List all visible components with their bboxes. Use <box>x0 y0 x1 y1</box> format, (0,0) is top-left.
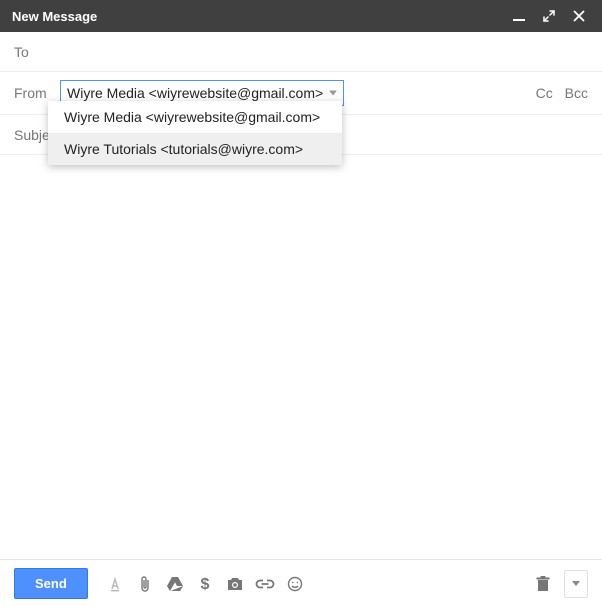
to-row: To <box>0 32 602 72</box>
trash-icon[interactable] <box>528 569 558 599</box>
emoji-icon[interactable] <box>280 569 310 599</box>
to-input[interactable] <box>60 41 588 63</box>
from-selected-value: Wiyre Media <wiyrewebsite@gmail.com> <box>67 85 323 101</box>
from-option-1[interactable]: Wiyre Tutorials <tutorials@wiyre.com> <box>48 133 342 165</box>
send-button[interactable]: Send <box>14 568 88 599</box>
expand-icon[interactable] <box>534 1 564 31</box>
to-label: To <box>14 44 60 60</box>
camera-icon[interactable] <box>220 569 250 599</box>
compose-toolbar: Send $ <box>0 559 602 607</box>
from-option-0[interactable]: Wiyre Media <wiyrewebsite@gmail.com> <box>48 101 342 133</box>
link-icon[interactable] <box>250 569 280 599</box>
compose-titlebar: New Message <box>0 0 602 32</box>
from-label: From <box>14 85 60 101</box>
attach-icon[interactable] <box>130 569 160 599</box>
window-title: New Message <box>12 9 504 24</box>
money-icon[interactable]: $ <box>190 569 220 599</box>
drive-icon[interactable] <box>160 569 190 599</box>
message-body[interactable] <box>0 155 602 559</box>
minimize-icon[interactable] <box>504 1 534 31</box>
format-text-icon[interactable] <box>100 569 130 599</box>
more-options-button[interactable] <box>564 570 588 598</box>
from-dropdown: Wiyre Media <wiyrewebsite@gmail.com> Wiy… <box>48 101 342 165</box>
close-icon[interactable] <box>564 1 594 31</box>
cc-button[interactable]: Cc <box>536 85 553 101</box>
bcc-button[interactable]: Bcc <box>565 85 588 101</box>
chevron-down-icon <box>329 91 337 96</box>
svg-text:$: $ <box>200 576 209 593</box>
cc-bcc-group: Cc Bcc <box>528 85 588 101</box>
